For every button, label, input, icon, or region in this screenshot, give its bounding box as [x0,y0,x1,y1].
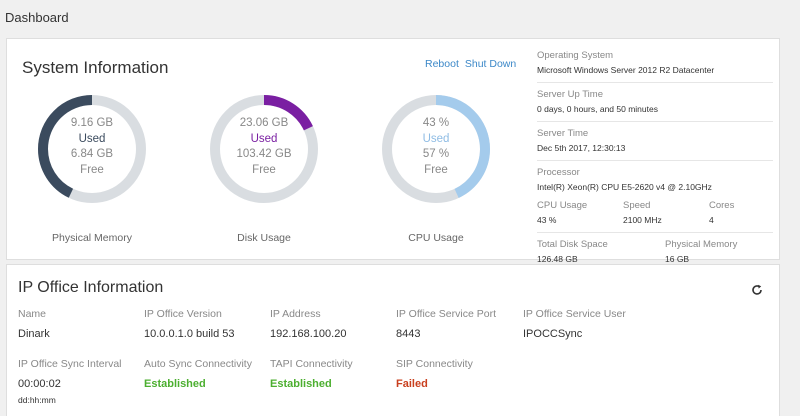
physical-memory-info-label: Physical Memory [665,239,738,250]
cores-label: Cores [709,200,735,211]
disk-usage-gauge: 23.06 GB Used 103.42 GB Free Disk Usage [209,94,329,244]
version-field: IP Office Version 10.0.0.1.0 build 53 [144,307,270,341]
storage-row: Total Disk Space 126.48 GB Physical Memo… [537,238,773,266]
disk-space-label: Total Disk Space [537,239,608,250]
uptime-block: Server Up Time 0 days, 0 hours, and 50 m… [537,88,773,122]
cpu-usage-readout: 43 % Used 57 % Free [381,116,491,178]
sip-status: Failed [396,378,428,390]
name-value: Dinark [18,328,50,340]
service-user-label: IP Office Service User [523,308,626,320]
physical-memory-label: Physical Memory [52,232,132,244]
cpu-free-value: 57 % [422,148,450,160]
tapi-field: TAPI Connectivity Established [270,357,396,391]
disk-free-value: 103.42 GB [236,148,292,160]
disk-usage-readout: 23.06 GB Used 103.42 GB Free [209,116,319,178]
cpu-used-label: Used [422,132,450,145]
cpu-usage-info-value: 43 % [537,215,557,225]
version-label: IP Office Version [144,308,222,320]
system-information-title: System Information [22,58,169,77]
cores-cell: Cores 4 [709,199,769,227]
speed-cell: Speed 2100 MHz [623,199,709,227]
processor-label: Processor [537,167,580,178]
uptime-label: Server Up Time [537,89,603,100]
service-port-label: IP Office Service Port [396,308,496,320]
shutdown-link[interactable]: Shut Down [465,58,516,70]
memory-free-value: 6.84 GB [70,148,114,160]
service-user-field: IP Office Service User IPOCCSync [523,307,649,341]
ip-address-field: IP Address 192.168.100.20 [270,307,396,341]
disk-used-value: 23.06 GB [239,117,289,129]
speed-label: Speed [623,200,651,211]
cpu-stats-row: CPU Usage 43 % Speed 2100 MHz Cores 4 [537,199,773,227]
memory-free-label: Free [80,163,104,176]
cpu-used-value: 43 % [422,117,450,129]
cpu-usage-gauge: 43 % Used 57 % Free CPU Usage [381,94,501,244]
system-actions: Reboot Shut Down [425,58,522,70]
reboot-link[interactable]: Reboot [425,58,459,70]
page-title: Dashboard [5,10,69,25]
physical-memory-gauge: 9.16 GB Used 6.84 GB Free Physical Memor… [37,94,157,244]
system-details: Operating System Microsoft Windows Serve… [537,49,773,276]
disk-free-label: Free [252,163,276,176]
ip-office-information-title: IP Office Information [18,279,164,296]
disk-usage-label: Disk Usage [237,232,291,244]
speed-value: 2100 MHz [623,215,662,225]
tapi-label: TAPI Connectivity [270,358,353,370]
disk-used-label: Used [250,132,278,145]
service-port-value: 8443 [396,328,421,340]
refresh-icon[interactable] [751,284,763,296]
cpu-usage-label: CPU Usage [408,232,464,244]
sync-interval-field: IP Office Sync Interval 00:00:02 dd:hh:m… [18,357,144,405]
name-label: Name [18,308,47,320]
cpu-usage-cell: CPU Usage 43 % [537,199,623,227]
memory-used-label: Used [78,132,106,145]
cpu-usage-info-label: CPU Usage [537,200,588,211]
processor-block: Processor Intel(R) Xeon(R) CPU E5-2620 v… [537,166,773,233]
physical-memory-readout: 9.16 GB Used 6.84 GB Free [37,116,147,178]
version-value: 10.0.0.1.0 build 53 [144,328,235,340]
ip-office-information-panel: IP Office Information Name Dinark IP Off… [6,264,780,416]
auto-sync-label: Auto Sync Connectivity [144,358,252,370]
cpu-free-label: Free [424,163,448,176]
cores-value: 4 [709,215,714,225]
disk-space-cell: Total Disk Space 126.48 GB [537,238,665,266]
os-label: Operating System [537,50,614,61]
ip-address-value: 192.168.100.20 [270,328,347,340]
server-time-label: Server Time [537,128,589,139]
system-information-panel: System Information Reboot Shut Down 9.16 … [6,38,780,264]
sip-label: SIP Connectivity [396,358,473,370]
service-port-field: IP Office Service Port 8443 [396,307,522,341]
server-time-value: Dec 5th 2017, 12:30:13 [537,143,626,153]
os-block: Operating System Microsoft Windows Serve… [537,49,773,83]
sync-interval-value: 00:00:02 [18,378,61,390]
memory-used-value: 9.16 GB [70,117,114,129]
auto-sync-status: Established [144,378,206,390]
uptime-value: 0 days, 0 hours, and 50 minutes [537,104,658,114]
os-value: Microsoft Windows Server 2012 R2 Datacen… [537,65,715,75]
sync-interval-label: IP Office Sync Interval [18,358,122,370]
processor-value: Intel(R) Xeon(R) CPU E5-2620 v4 @ 2.10GH… [537,182,712,192]
sync-interval-format: dd:hh:mm [18,395,56,405]
sip-field: SIP Connectivity Failed [396,357,522,391]
name-field: Name Dinark [18,307,144,341]
physical-memory-cell: Physical Memory 16 GB [665,238,769,266]
server-time-block: Server Time Dec 5th 2017, 12:30:13 [537,127,773,161]
service-user-value: IPOCCSync [523,328,583,340]
ip-address-label: IP Address [270,308,321,320]
tapi-status: Established [270,378,332,390]
auto-sync-field: Auto Sync Connectivity Established [144,357,270,391]
